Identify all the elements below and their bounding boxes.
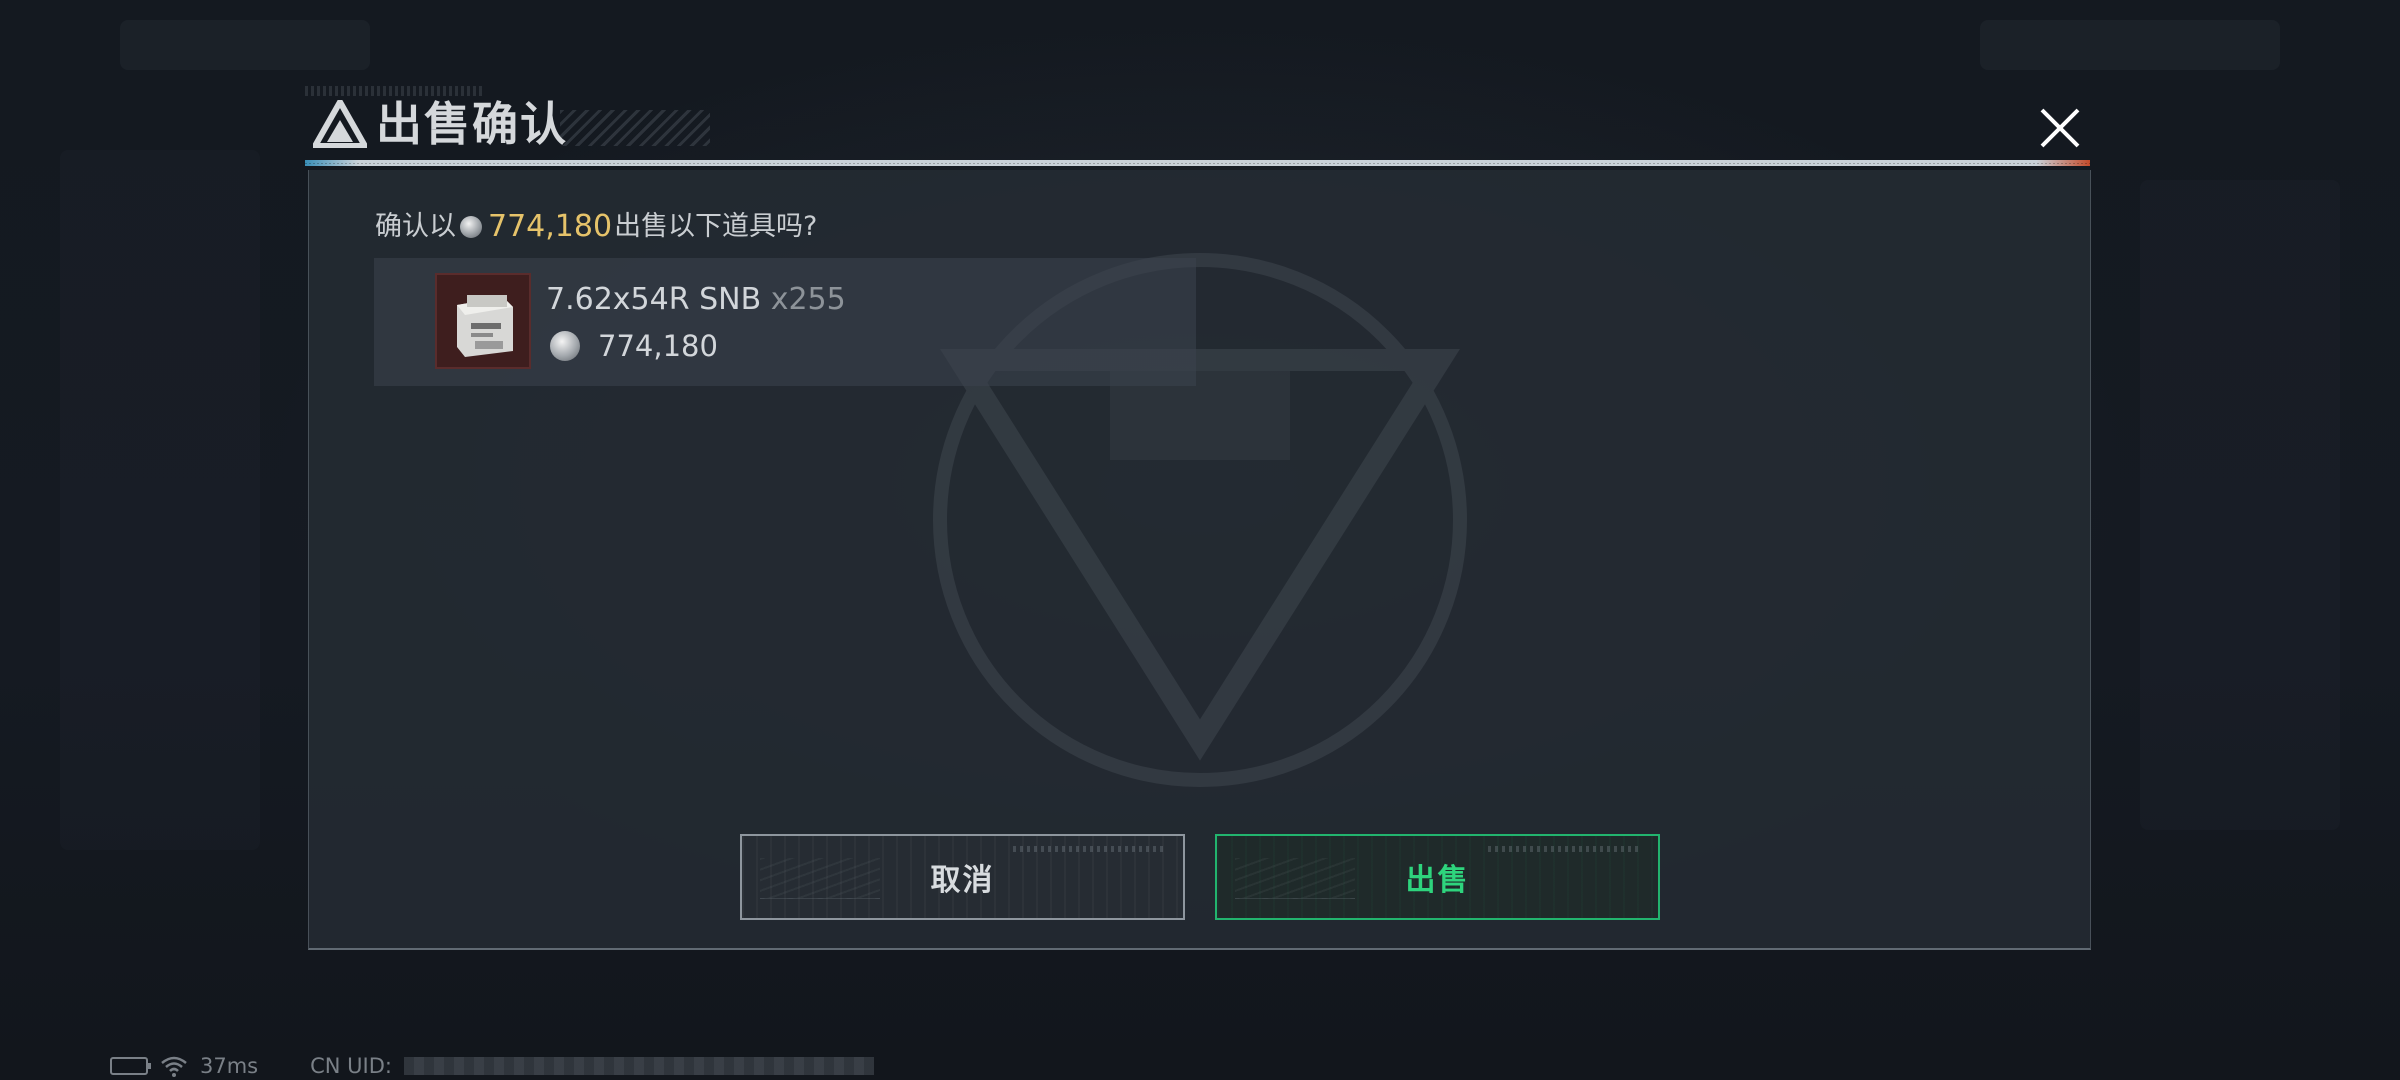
confirm-amount: 774,180	[488, 209, 613, 244]
background-blur	[120, 20, 370, 70]
item-price-row: 774,180	[550, 326, 718, 366]
header-divider-texture	[305, 163, 2090, 164]
cancel-button-label: 取消	[930, 863, 995, 898]
cancel-button[interactable]: 取消	[740, 834, 1185, 920]
confirm-suffix: 出售以下道具吗?	[614, 211, 818, 242]
item-quantity: x255	[770, 282, 846, 317]
background-blur	[1980, 20, 2280, 70]
wifi-icon	[161, 1056, 187, 1077]
ping-text: 37ms	[200, 1054, 259, 1078]
item-name: 7.62x54R SNB x255	[546, 280, 846, 320]
sell-button[interactable]: 出售	[1215, 834, 1660, 920]
coin-icon	[460, 216, 482, 238]
item-thumbnail	[435, 273, 531, 369]
button-decoration	[760, 858, 880, 899]
status-bar: 37ms CN UID:	[110, 1052, 874, 1080]
battery-icon	[110, 1057, 151, 1075]
triangle-logo-icon	[313, 100, 367, 148]
button-decoration	[1235, 858, 1355, 899]
close-icon[interactable]	[2030, 98, 2090, 158]
dialog-title: 出售确认	[376, 97, 568, 151]
background-blur	[60, 150, 260, 850]
button-decoration	[1013, 846, 1163, 852]
item-name-text: 7.62x54R SNB	[546, 282, 762, 317]
confirm-message: 确认以 774,180 出售以下道具吗?	[375, 205, 817, 249]
ammo-box-icon	[457, 295, 513, 357]
background-blur	[2140, 180, 2340, 830]
uid-label: CN UID:	[310, 1054, 392, 1078]
button-decoration	[1488, 846, 1638, 852]
sell-button-label: 出售	[1405, 863, 1470, 898]
confirm-prefix: 确认以	[375, 211, 456, 242]
item-price: 774,180	[598, 329, 718, 363]
uid-masked-value	[403, 1057, 874, 1075]
header-stripes	[560, 110, 710, 146]
coin-icon	[550, 331, 580, 361]
